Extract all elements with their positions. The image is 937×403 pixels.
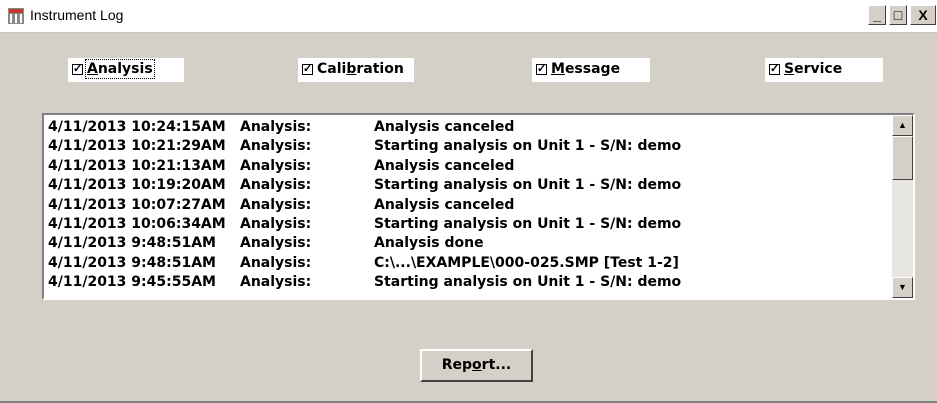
log-category: Analysis: [240,177,312,194]
log-category: Analysis: [240,119,312,135]
title-bar[interactable]: Instrument Log _ □ X [0,0,937,33]
log-time: 4/11/2013 10:24:15AM [48,119,226,135]
close-button[interactable]: X [910,5,936,25]
log-row[interactable]: 4/11/2013 9:48:51AM Analysis: C:\...\EXA… [48,254,888,273]
arrow-down-icon: ▼ [898,282,907,292]
log-message: Starting analysis on Unit 1 - S/N: demo [374,177,682,194]
log-time: 4/11/2013 10:21:29AM [48,138,226,155]
filter-service-label: Service [784,61,843,77]
log-time: 4/11/2013 10:06:34AM [48,215,226,232]
filter-analysis-label: Analysis [85,59,155,79]
checkbox-box[interactable]: ✓ [302,63,313,75]
check-icon: ✓ [73,63,83,75]
maximize-button[interactable]: □ [889,5,907,25]
log-message: Starting analysis on Unit 1 - S/N: demo [374,274,682,291]
log-category: Analysis: [240,254,312,271]
log-time: 4/11/2013 10:21:13AM [48,157,226,174]
filter-message-label: Message [551,61,621,77]
log-row[interactable]: 4/11/2013 9:48:51AM Analysis: Analysis d… [48,234,888,253]
filter-calibration-label: Calibration [317,61,404,77]
arrow-up-icon: ▲ [898,120,907,130]
log-time: 4/11/2013 10:07:27AM [48,196,226,213]
log-time: 4/11/2013 9:45:55AM [48,274,216,291]
filter-calibration-checkbox[interactable]: ✓ Calibration [298,58,414,82]
log-message: Analysis canceled [374,119,515,135]
log-message: Analysis canceled [374,196,515,213]
checkbox-box[interactable]: ✓ [536,63,547,75]
log-time: 4/11/2013 10:19:20AM [48,177,226,194]
check-icon: ✓ [303,63,313,75]
check-icon: ✓ [537,63,547,75]
log-time: 4/11/2013 9:48:51AM [48,254,216,271]
log-row[interactable]: 4/11/2013 10:21:29AM Analysis: Starting … [48,137,888,156]
scroll-up-button[interactable]: ▲ [892,115,913,136]
check-icon: ✓ [770,63,780,75]
vertical-scrollbar[interactable]: ▲ ▼ [892,115,913,298]
filter-service-checkbox[interactable]: ✓ Service [765,58,883,82]
log-category: Analysis: [240,138,312,155]
log-row[interactable]: 4/11/2013 10:24:15AM Analysis: Analysis … [48,118,888,137]
log-row[interactable]: 4/11/2013 9:45:55AM Analysis: Starting a… [48,273,888,292]
window-title: Instrument Log [30,7,124,23]
log-category: Analysis: [240,274,312,291]
maximize-icon: □ [893,7,903,23]
minimize-button[interactable]: _ [868,5,886,25]
log-row[interactable]: 4/11/2013 10:21:13AM Analysis: Analysis … [48,157,888,176]
minimize-icon: _ [873,7,881,23]
checkbox-box[interactable]: ✓ [769,63,780,75]
log-row[interactable]: 4/11/2013 10:19:20AM Analysis: Starting … [48,176,888,195]
filter-analysis-checkbox[interactable]: ✓ Analysis [68,58,184,82]
log-category: Analysis: [240,215,312,232]
scroll-down-button[interactable]: ▼ [892,277,913,298]
log-message: Starting analysis on Unit 1 - S/N: demo [374,215,682,232]
instrument-log-window: Instrument Log _ □ X ✓ Analysis ✓ Calibr… [0,0,937,403]
checkbox-box[interactable]: ✓ [72,63,83,75]
log-category: Analysis: [240,235,312,252]
log-row[interactable]: 4/11/2013 10:07:27AM Analysis: Analysis … [48,196,888,215]
log-row[interactable]: 4/11/2013 10:06:34AM Analysis: Starting … [48,215,888,234]
log-list[interactable]: 4/11/2013 10:24:15AM Analysis: Analysis … [48,118,888,296]
log-time: 4/11/2013 9:48:51AM [48,235,216,252]
log-message: Starting analysis on Unit 1 - S/N: demo [374,138,682,155]
log-message: Analysis canceled [374,157,515,174]
log-message: C:\...\EXAMPLE\000-025.SMP [Test 1-2] [374,254,679,271]
filter-message-checkbox[interactable]: ✓ Message [532,58,650,82]
log-category: Analysis: [240,157,312,174]
report-button[interactable]: Report... [420,349,533,382]
report-button-label: Report... [441,357,512,373]
scroll-thumb[interactable] [892,136,913,180]
app-icon [8,8,24,24]
log-listbox[interactable]: 4/11/2013 10:24:15AM Analysis: Analysis … [42,113,915,300]
close-icon: X [918,7,928,23]
log-message: Analysis done [374,235,484,252]
log-category: Analysis: [240,196,312,213]
